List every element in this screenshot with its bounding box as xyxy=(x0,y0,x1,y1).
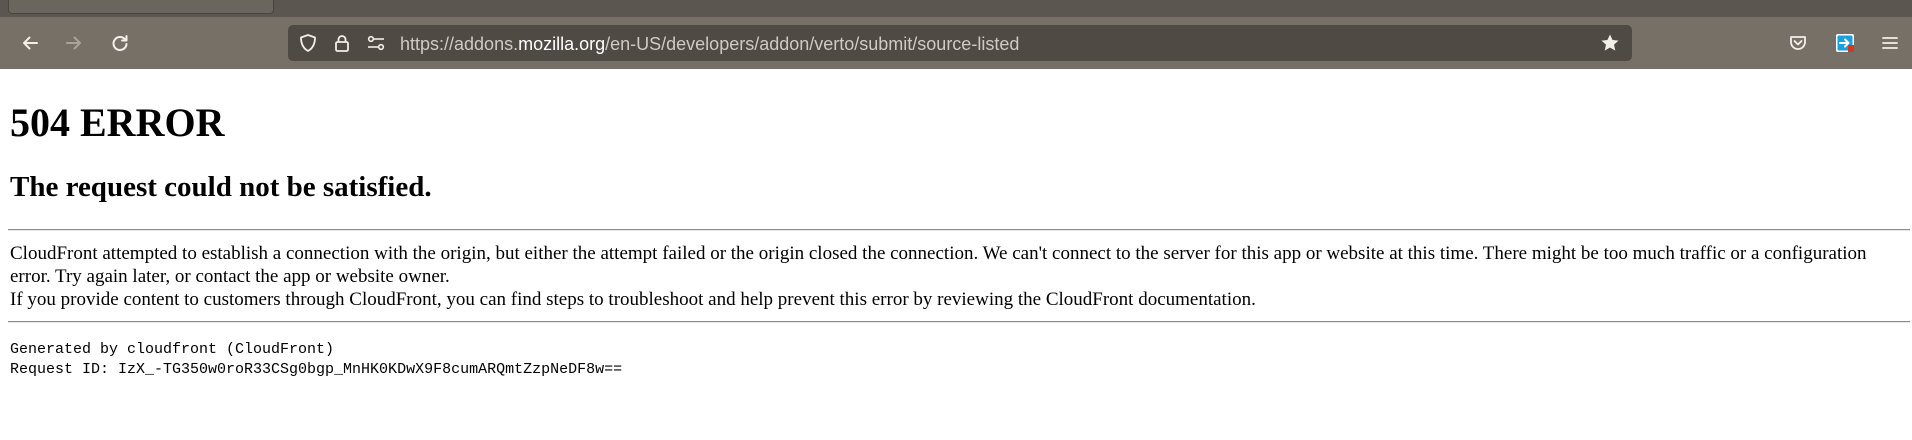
url-prefix: https://addons. xyxy=(400,34,519,54)
lock-icon[interactable] xyxy=(332,33,352,53)
tracking-protection-shield-icon[interactable] xyxy=(298,33,318,53)
generated-by-text: Generated by cloudfront (CloudFront) xyxy=(10,341,335,358)
star-icon[interactable] xyxy=(1600,33,1620,53)
url-bar[interactable]: https://addons.mozilla.org/en-US/develop… xyxy=(288,25,1632,61)
app-menu-button[interactable] xyxy=(1874,27,1906,59)
extension-button[interactable] xyxy=(1829,27,1861,59)
error-description: CloudFront attempted to establish a conn… xyxy=(10,242,1890,311)
forward-button[interactable] xyxy=(58,27,90,59)
browser-toolbar: https://addons.mozilla.org/en-US/develop… xyxy=(0,17,1912,69)
back-button[interactable] xyxy=(14,27,46,59)
permissions-sliders-icon[interactable] xyxy=(366,33,386,53)
divider-top xyxy=(8,229,1910,231)
page-title: 504 ERROR xyxy=(10,100,225,145)
error-paragraph-help: If you provide content to customers thro… xyxy=(10,289,1256,310)
arrow-left-icon xyxy=(20,33,40,53)
hamburger-menu-icon xyxy=(1880,33,1900,53)
reload-icon xyxy=(110,33,130,53)
error-details: Generated by cloudfront (CloudFront) Requ… xyxy=(10,340,622,380)
pocket-button[interactable] xyxy=(1782,27,1814,59)
request-id-text: Request ID: IzX_-TG350w0roR33CSg0bgp_MnH… xyxy=(10,361,623,378)
url-host: mozilla.org xyxy=(518,34,606,54)
reload-button[interactable] xyxy=(104,27,136,59)
divider-bottom xyxy=(8,321,1910,323)
browser-tab[interactable] xyxy=(8,0,274,14)
page-subtitle: The request could not be satisfied. xyxy=(10,171,432,203)
url-path: /en-US/developers/addon/verto/submit/sou… xyxy=(605,34,1020,54)
arrow-right-icon xyxy=(64,33,84,53)
page-content: 504 ERROR The request could not be satis… xyxy=(0,69,1912,440)
pocket-icon xyxy=(1788,33,1808,53)
tab-strip xyxy=(0,0,1912,17)
url-text[interactable]: https://addons.mozilla.org/en-US/develop… xyxy=(400,34,1019,55)
extension-icon xyxy=(1834,32,1856,54)
error-paragraph-origin: CloudFront attempted to establish a conn… xyxy=(10,243,1867,287)
